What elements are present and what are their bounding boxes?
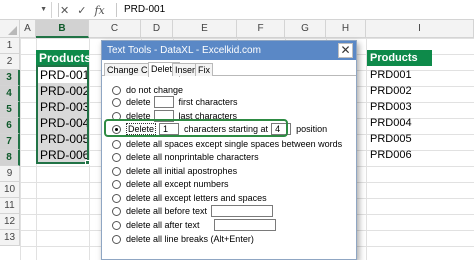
products-header-cell[interactable]: Products [36, 50, 91, 66]
row-header-13[interactable]: 13 [0, 230, 20, 246]
option-delete-spaces[interactable]: delete all spaces except single spaces b… [112, 138, 342, 150]
tab-fix[interactable]: Fix [195, 63, 213, 76]
option-delete-after-text[interactable]: delete all after text [112, 219, 281, 231]
highlight-outline [104, 119, 288, 137]
radio-button[interactable] [112, 179, 121, 189]
column-header-d[interactable]: D [141, 20, 173, 38]
radio-button[interactable] [112, 152, 121, 162]
table-cell[interactable]: PRD006 [367, 147, 432, 163]
option-delete-line-breaks[interactable]: delete all line breaks (Alt+Enter) [112, 233, 254, 245]
row-header-8[interactable]: 8 [0, 150, 20, 166]
option-except-numbers[interactable]: delete all except numbers [112, 178, 229, 190]
row-header-12[interactable]: 12 [0, 214, 20, 230]
option-label: delete all spaces except single spaces b… [126, 139, 343, 149]
column-header-e[interactable]: E [173, 20, 237, 38]
row-header-6[interactable]: 6 [0, 118, 20, 134]
column-header-h[interactable]: H [326, 20, 366, 38]
radio-button[interactable] [112, 139, 121, 149]
table-cell[interactable]: PRD002 [367, 83, 432, 99]
option-except-letters-spaces[interactable]: delete all except letters and spaces [112, 192, 267, 204]
radio-button[interactable] [112, 234, 121, 244]
row-header-3[interactable]: 3 [0, 70, 20, 86]
option-label: first characters [178, 97, 238, 107]
option-label: delete all nonprintable characters [126, 152, 259, 162]
selection-border [36, 65, 89, 164]
radio-button[interactable] [112, 166, 121, 176]
select-all-corner[interactable] [0, 20, 20, 38]
option-label: position [296, 124, 328, 134]
products-header-cell[interactable]: Products [367, 50, 432, 66]
table-cell[interactable]: PRD003 [367, 99, 432, 115]
dialog-title: Text Tools - DataXL - Excelkid.com [107, 45, 261, 56]
after-text-input[interactable] [213, 219, 276, 231]
close-icon[interactable]: ✕ [338, 43, 353, 58]
option-delete-first[interactable]: delete first characters [112, 96, 238, 108]
radio-button[interactable] [112, 220, 121, 230]
row-header-11[interactable]: 11 [0, 198, 20, 214]
row-header-1[interactable]: 1 [0, 38, 20, 54]
option-delete-nonprintable[interactable]: delete all nonprintable characters [112, 151, 259, 163]
fill-handle[interactable] [85, 160, 90, 165]
option-label: delete all except numbers [126, 179, 229, 189]
column-header-c[interactable]: C [89, 20, 141, 38]
option-do-not-change[interactable]: do not change [112, 84, 183, 96]
column-header-g[interactable]: G [285, 20, 326, 38]
table-cell[interactable]: PRD005 [367, 131, 432, 147]
before-text-input[interactable] [211, 205, 274, 217]
table-cell[interactable]: PRD001 [367, 67, 432, 83]
row-header-5[interactable]: 5 [0, 102, 20, 118]
formula-divider [58, 3, 59, 17]
radio-button[interactable] [112, 97, 121, 107]
dialog-title-bar[interactable]: Text Tools - DataXL - Excelkid.com ✕ [102, 41, 356, 60]
cancel-icon[interactable]: ✕ [60, 4, 69, 17]
insert-function-icon[interactable]: fx [94, 4, 104, 17]
option-label: delete all line breaks (Alt+Enter) [126, 234, 254, 244]
table-cell[interactable]: PRD004 [367, 115, 432, 131]
column-header-i[interactable]: I [366, 20, 474, 38]
row-header-4[interactable]: 4 [0, 86, 20, 102]
option-label: delete all except letters and spaces [126, 193, 267, 203]
option-delete-before-text[interactable]: delete all before text [112, 205, 278, 217]
formula-divider [116, 3, 117, 17]
radio-button[interactable] [112, 206, 121, 216]
option-label: do not change [126, 85, 184, 95]
option-delete-apostrophes[interactable]: delete all initial apostrophes [112, 165, 237, 177]
row-header-7[interactable]: 7 [0, 134, 20, 150]
row-header-9[interactable]: 9 [0, 166, 20, 182]
formula-input[interactable]: PRD-001 [124, 3, 165, 17]
column-header-f[interactable]: F [237, 20, 285, 38]
radio-button[interactable] [112, 85, 121, 95]
column-header-b[interactable]: B [36, 20, 89, 38]
row-header-2[interactable]: 2 [0, 54, 20, 70]
option-label: delete all initial apostrophes [126, 166, 238, 176]
option-label: delete [126, 97, 151, 107]
formula-bar: ▼ ✕ ✓ fx PRD-001 [0, 0, 474, 20]
option-label: delete all after text [126, 220, 200, 230]
row-header-10[interactable]: 10 [0, 182, 20, 198]
enter-icon[interactable]: ✓ [77, 4, 86, 17]
chevron-down-icon[interactable]: ▼ [40, 2, 47, 18]
dialog-tabs: Change Case Delete Insert Fix [102, 62, 356, 77]
column-header-a[interactable]: A [20, 20, 36, 38]
name-box[interactable]: ▼ [0, 2, 52, 18]
radio-button[interactable] [112, 193, 121, 203]
option-label: delete all before text [126, 206, 208, 216]
first-characters-input[interactable] [153, 96, 174, 108]
